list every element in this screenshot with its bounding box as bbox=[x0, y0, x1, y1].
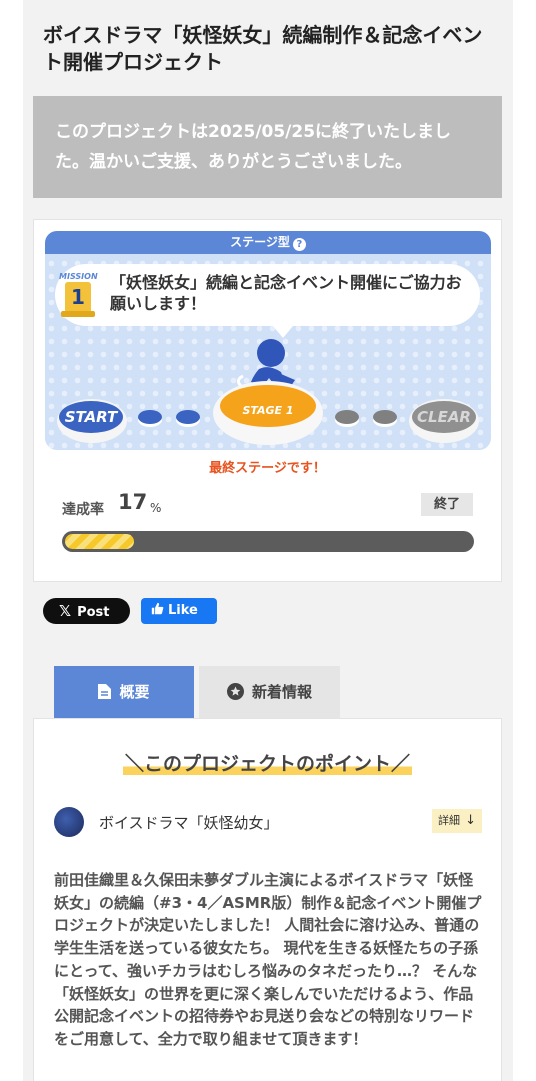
avatar[interactable] bbox=[54, 807, 84, 837]
star-icon bbox=[226, 683, 244, 700]
mission-text: 「妖怪妖女」続編と記念イベント開催にご協力お願いします！ bbox=[110, 273, 462, 313]
x-post-button[interactable]: 𝕏 Post bbox=[43, 598, 130, 624]
points-heading-text: ＼このプロジェクトのポイント／ bbox=[122, 753, 412, 775]
achievement-label: 達成率 bbox=[62, 502, 104, 518]
help-icon[interactable]: ? bbox=[292, 238, 306, 251]
path-dot-pending bbox=[373, 410, 397, 424]
thumbs-up-icon bbox=[151, 602, 164, 615]
status-badge: 終了 bbox=[421, 493, 473, 516]
current-stage-label: STAGE 1 bbox=[220, 385, 316, 427]
mission-label: MISSION bbox=[59, 272, 98, 281]
tab-news[interactable]: 新着情報 bbox=[199, 666, 340, 718]
clear-node: CLEAR bbox=[409, 399, 479, 443]
progress-card: ステージ型? MISSION 1 「妖怪妖女」続編と記念イベント開催にご協力お願… bbox=[33, 219, 502, 582]
mission-badge-icon: 1 bbox=[61, 282, 95, 317]
achievement-value: 17 bbox=[118, 490, 148, 514]
final-stage-note: 最終ステージです！ bbox=[209, 461, 326, 476]
facebook-like-button[interactable]: Like bbox=[141, 598, 217, 624]
facebook-like-label: Like bbox=[168, 603, 198, 618]
tab-overview[interactable]: 概要 bbox=[54, 666, 194, 718]
points-heading: ＼このプロジェクトのポイント／ bbox=[34, 749, 501, 776]
achievement-progress-bar bbox=[62, 531, 474, 552]
x-post-label: Post bbox=[77, 605, 110, 620]
mission-bubble: MISSION 1 「妖怪妖女」続編と記念イベント開催にご協力お願いします！ bbox=[55, 264, 480, 338]
path-dot-complete bbox=[138, 410, 162, 424]
stage-type-label: ステージ型 bbox=[230, 235, 290, 249]
start-node: START bbox=[57, 399, 127, 443]
achievement-progress-fill bbox=[65, 534, 134, 549]
document-icon bbox=[98, 684, 112, 699]
tab-overview-label: 概要 bbox=[119, 683, 150, 701]
path-dot-complete bbox=[176, 410, 200, 424]
start-label: START bbox=[59, 401, 123, 433]
arrow-down-icon: ↓ bbox=[465, 813, 476, 828]
author-name[interactable]: ボイスドラマ「妖怪幼女」 bbox=[99, 812, 279, 833]
details-button[interactable]: 詳細 ↓ bbox=[432, 809, 482, 833]
current-stage-node: STAGE 1 bbox=[213, 381, 323, 445]
project-page: ボイスドラマ「妖怪妖女」続編制作＆記念イベント開催プロジェクト このプロジェクト… bbox=[23, 0, 513, 1081]
tab-news-label: 新着情報 bbox=[251, 683, 312, 701]
details-label: 詳細 bbox=[438, 814, 460, 827]
x-logo-icon: 𝕏 bbox=[59, 602, 72, 620]
project-title: ボイスドラマ「妖怪妖女」続編制作＆記念イベント開催プロジェクト bbox=[43, 23, 483, 74]
stage-type-header[interactable]: ステージ型? bbox=[45, 231, 491, 254]
path-dot-pending bbox=[335, 410, 359, 424]
overview-content: ＼このプロジェクトのポイント／ ボイスドラマ「妖怪幼女」 詳細 ↓ 前田佳織里＆久… bbox=[33, 718, 502, 1081]
project-description: 前田佳織里＆久保田未夢ダブル主演によるボイスドラマ「妖怪妖女」の続編（#3・4／… bbox=[54, 871, 482, 1048]
clear-label: CLEAR bbox=[412, 401, 476, 433]
achievement-unit: % bbox=[150, 501, 162, 515]
stage-panel: ステージ型? MISSION 1 「妖怪妖女」続編と記念イベント開催にご協力お願… bbox=[45, 231, 491, 450]
project-ended-banner: このプロジェクトは2025/05/25に終了いたしました。温かいご支援、ありがと… bbox=[33, 96, 502, 198]
